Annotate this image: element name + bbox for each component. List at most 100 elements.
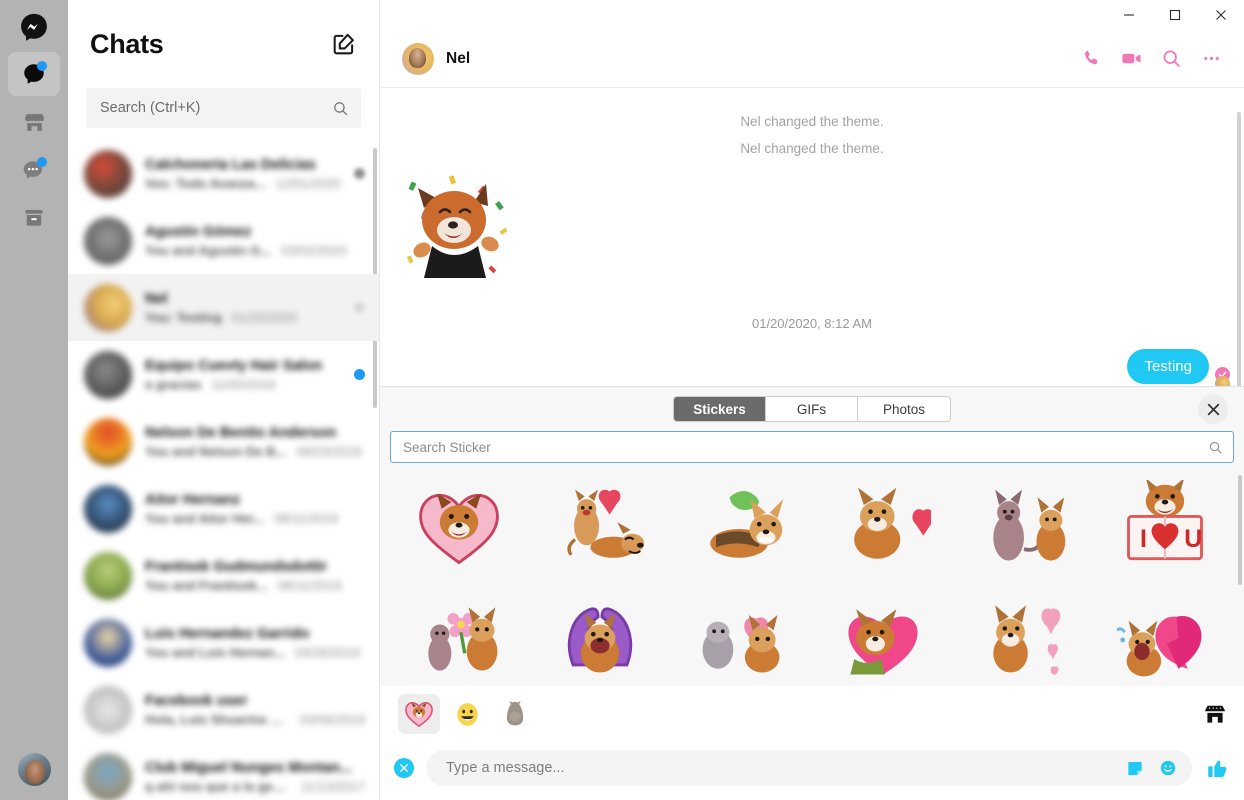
sticker-item[interactable] <box>812 583 953 686</box>
sticker-search-input[interactable]: Search Sticker <box>390 431 1234 463</box>
list-item-time: 09/23/2019 <box>296 443 362 459</box>
i-love-u-card-icon: I U <box>1127 480 1204 561</box>
list-item[interactable]: Luis Hernandez Garrido You and Luis Herna… <box>68 609 379 676</box>
sticker-pack-row <box>380 686 1244 742</box>
sidebar-item-marketplace[interactable] <box>8 100 60 144</box>
sticker-pack-emoji[interactable] <box>446 694 488 734</box>
sticker-item[interactable]: I U <box>1095 473 1236 583</box>
maximize-button[interactable] <box>1152 0 1198 30</box>
composer-input-row: Type a message... <box>380 742 1244 794</box>
list-item-time: 08/11/2019 <box>274 510 339 526</box>
sticker-item[interactable] <box>529 583 670 686</box>
list-item[interactable]: Nel You: Testing 01/20/2020 <box>68 274 379 341</box>
list-item[interactable]: Facebook user Hola, Luis Shuarina D... 03/… <box>68 676 379 743</box>
list-item[interactable]: Equipo Cuevty Hair Salon a gracias 11/05/2… <box>68 341 379 408</box>
outgoing-message-row: Testing <box>380 349 1244 384</box>
sticker-pack-dog-love[interactable] <box>398 694 440 734</box>
list-item-subtitle: You and Frantisek... 08/11/2019 <box>145 578 365 593</box>
sticker-search-container: Search Sticker <box>380 431 1244 463</box>
sticker-grid[interactable]: I U <box>380 473 1244 686</box>
list-item-subtitle: Hola, Luis Shuarina D... 03/06/2019 <box>145 712 365 727</box>
emoji-icon[interactable] <box>1158 758 1178 778</box>
list-item-name: Nelson De Benito Anderson <box>145 424 337 441</box>
sidebar-item-message-requests[interactable] <box>8 148 60 192</box>
header-actions <box>1078 46 1230 72</box>
sticker-item[interactable] <box>1095 583 1236 686</box>
sticker-icon[interactable] <box>1125 758 1145 778</box>
list-item-name: Equipo Cuevty Hair Salon <box>145 357 323 374</box>
list-item-subtitle: q ahi nos que a la gen... 11/13/2017 <box>145 779 365 794</box>
sticker-item[interactable] <box>671 583 812 686</box>
sticker-picker-panel: Stickers GIFs Photos Search Sticker I U <box>380 386 1244 686</box>
tab-stickers[interactable]: Stickers <box>674 397 766 421</box>
nav-rail <box>0 0 68 800</box>
list-item[interactable]: Nelson De Benito Anderson You and Nelson … <box>68 408 379 475</box>
avatar <box>84 618 132 667</box>
list-item-snippet: You and Agustin G... <box>145 242 272 258</box>
sticker-store-icon <box>1205 705 1225 723</box>
dog-with-floating-hearts-icon <box>993 605 1061 675</box>
close-sticker-panel-button[interactable] <box>1198 394 1228 424</box>
corgi-with-green-splash-icon <box>710 490 784 558</box>
sticker-item[interactable] <box>388 473 529 583</box>
close-button[interactable] <box>1198 0 1244 30</box>
tab-photos[interactable]: Photos <box>858 397 950 421</box>
list-item[interactable]: Aitor Hernanz You and Aitor Her... 08/11/2… <box>68 475 379 542</box>
list-item-subtitle: You and Luis Hernan... 03/26/2019 <box>145 645 365 660</box>
profile-avatar[interactable] <box>18 753 51 786</box>
dog-in-pink-heart-icon <box>418 493 499 565</box>
avatar[interactable] <box>402 42 434 75</box>
tab-gifs[interactable]: GIFs <box>766 397 858 421</box>
chat-list-panel: Chats Search (Ctrl+K) Calchoneria Las De… <box>68 0 380 800</box>
avatar <box>84 283 132 332</box>
list-item-text: Aitor Hernanz You and Aitor Her... 08/11/2… <box>145 492 365 526</box>
close-picker-button[interactable] <box>394 758 414 778</box>
like-button[interactable] <box>1204 755 1230 781</box>
sidebar-item-archive[interactable] <box>8 196 60 240</box>
video-call-button[interactable] <box>1118 46 1144 72</box>
list-item[interactable]: Club Miguel Nunges Montan... q ahi nos qu… <box>68 743 379 800</box>
sticker-store-button[interactable] <box>1200 699 1230 729</box>
sticker-item[interactable] <box>529 473 670 583</box>
received-sticker[interactable] <box>402 168 522 288</box>
list-item-snippet: Hola, Luis Shuarina D... <box>145 711 290 727</box>
list-item[interactable]: Agustin Gómez You and Agustin G... 03/02/2… <box>68 207 379 274</box>
sticker-item[interactable] <box>812 473 953 583</box>
list-item-name: Facebook user <box>145 692 248 709</box>
minimize-button[interactable] <box>1106 0 1152 30</box>
sticker-pack-pusheen[interactable] <box>494 694 536 734</box>
sticker-item[interactable] <box>953 473 1094 583</box>
voice-call-button[interactable] <box>1078 46 1104 72</box>
message-input[interactable]: Type a message... <box>426 750 1192 786</box>
sticker-grid-scrollbar[interactable] <box>1238 475 1242 585</box>
search-conversation-button[interactable] <box>1158 46 1184 72</box>
sticker-item[interactable] <box>953 583 1094 686</box>
list-item[interactable]: Frantisek Gudmundsdottir You and Frantise… <box>68 542 379 609</box>
thread-scrollbar[interactable] <box>1237 112 1241 412</box>
sidebar-item-chats[interactable] <box>8 52 60 96</box>
list-item-name: Calchoneria Las Delicias <box>145 156 316 173</box>
list-item-snippet: You and Frantisek... <box>145 577 268 593</box>
sticker-item[interactable] <box>388 583 529 686</box>
smiley-face-icon <box>456 702 478 726</box>
list-item-text: Luis Hernandez Garrido You and Luis Herna… <box>145 626 365 660</box>
search-input[interactable]: Search (Ctrl+K) <box>86 88 361 128</box>
more-options-button[interactable] <box>1198 46 1224 72</box>
list-item-snippet: You: Testing <box>145 309 222 325</box>
sticker-item[interactable] <box>671 473 812 583</box>
list-item-snippet: q ahi nos que a la gen... <box>145 778 291 794</box>
list-item[interactable]: Calchoneria Las Delicias Vos: Todo Avanza… <box>68 140 379 207</box>
outgoing-message-bubble[interactable]: Testing <box>1127 349 1209 384</box>
list-item-snippet: Vos: Todo Avanza... <box>145 175 266 191</box>
message-placeholder: Type a message... <box>446 760 565 776</box>
avatar <box>84 417 132 466</box>
message-composer: Type a message... <box>380 686 1244 800</box>
sticker-tabs: Stickers GIFs Photos <box>673 396 951 422</box>
chat-list-scroll[interactable]: Calchoneria Las Delicias Vos: Todo Avanza… <box>68 140 379 800</box>
compose-new-message-icon[interactable] <box>331 31 357 57</box>
list-item-text: Frantisek Gudmundsdottir You and Frantise… <box>145 559 365 593</box>
two-dogs-with-pink-heart-icon <box>702 614 780 673</box>
list-item-name: Frantisek Gudmundsdottir <box>145 558 328 575</box>
list-item-text: Calchoneria Las Delicias Vos: Todo Avanza… <box>145 157 341 191</box>
list-item-snippet: You and Nelson De B... <box>145 443 287 459</box>
